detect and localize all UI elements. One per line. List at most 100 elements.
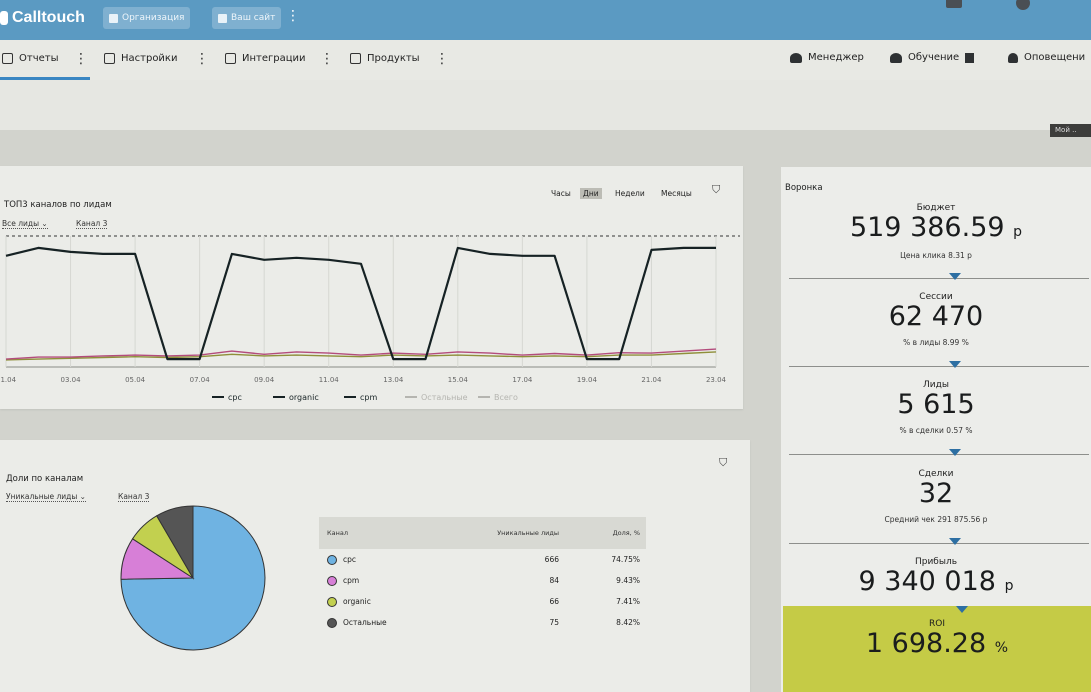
site-icon bbox=[218, 13, 227, 23]
share-cell: 7.41% bbox=[616, 597, 640, 606]
products-icon bbox=[350, 53, 361, 64]
funnel-arrow-icon bbox=[949, 538, 961, 545]
x-tick-label: 03.04 bbox=[61, 376, 82, 384]
x-tick-label: 01.04 bbox=[0, 376, 17, 384]
calltouch-logo[interactable]: Calltouch bbox=[0, 9, 85, 27]
unique-leads-cell: 66 bbox=[549, 597, 559, 606]
channel-color-dot-icon bbox=[327, 596, 337, 607]
top-bar: Calltouch Организация Ваш сайт ⋮ bbox=[0, 0, 1091, 40]
funnel-divider bbox=[789, 454, 1089, 455]
leads-value: 5 615 bbox=[897, 389, 975, 420]
funnel-divider bbox=[789, 543, 1089, 544]
budget-unit: р bbox=[1013, 224, 1023, 240]
roi-unit: % bbox=[994, 640, 1009, 656]
x-tick-label: 05.04 bbox=[125, 376, 146, 384]
x-tick-label: 13.04 bbox=[383, 376, 404, 384]
channel-color-dot-icon bbox=[327, 554, 337, 565]
gear-icon[interactable] bbox=[1016, 0, 1030, 10]
table-row[interactable]: organic 66 7.41% bbox=[319, 591, 646, 612]
roi-block: ROI 1 698.28 % bbox=[783, 606, 1091, 692]
x-tick-label: 21.04 bbox=[641, 376, 662, 384]
funnel-arrow-icon bbox=[949, 273, 961, 280]
col-share: Доля, % bbox=[563, 517, 646, 549]
share-cell: 74.75% bbox=[611, 555, 640, 564]
channel-color-dot-icon bbox=[327, 617, 337, 628]
channel-cell: organic bbox=[319, 591, 478, 612]
table-row[interactable]: cpm 84 9.43% bbox=[319, 570, 646, 591]
unique-leads-dropdown[interactable]: Уникальные лиды ⌄ bbox=[6, 492, 86, 502]
logo-icon bbox=[0, 10, 8, 25]
funnel-deals: Сделки 32 Средний чек 291 875.56 р bbox=[781, 469, 1091, 524]
bell-icon bbox=[1008, 52, 1018, 63]
legend-item[interactable]: Всего bbox=[494, 393, 518, 402]
channel-shares-table: Канал Уникальные лиды Доля, % cpc 666 74.7… bbox=[319, 517, 646, 633]
unique-leads-cell: 666 bbox=[544, 555, 559, 564]
funnel-divider bbox=[789, 278, 1089, 279]
share-cell: 9.43% bbox=[616, 576, 640, 585]
channel-color-dot-icon bbox=[327, 575, 337, 586]
roi-value: 1 698.28 bbox=[865, 628, 987, 659]
user-icon[interactable] bbox=[946, 0, 962, 8]
funnel-arrow-icon bbox=[956, 606, 968, 613]
funnel-leads: Лиды 5 615 % в сделки 0.57 % bbox=[781, 380, 1091, 435]
table-header-row: Канал Уникальные лиды Доля, % bbox=[319, 517, 646, 549]
legend-item[interactable]: cpc bbox=[228, 393, 242, 402]
channel-cell: cpm bbox=[319, 570, 478, 591]
settings-menu-dots-icon[interactable]: ⋮ bbox=[195, 51, 209, 67]
channel-cell: cpc bbox=[319, 549, 478, 570]
graduation-cap-icon bbox=[890, 52, 902, 63]
reports-icon bbox=[2, 53, 13, 64]
site-selector[interactable]: Ваш сайт bbox=[212, 7, 282, 29]
x-tick-label: 17.04 bbox=[512, 376, 533, 384]
organization-selector[interactable]: Организация bbox=[103, 7, 191, 29]
profit-value: 9 340 018 bbox=[858, 566, 996, 597]
funnel-sessions: Сессии 62 470 % в лиды 8.99 % bbox=[781, 292, 1091, 347]
unique-leads-cell: 75 bbox=[549, 618, 559, 627]
share-cell: 8.42% bbox=[616, 618, 640, 627]
funnel-arrow-icon bbox=[949, 361, 961, 368]
legend-item[interactable]: cpm bbox=[360, 393, 377, 402]
avg-check: Средний чек 291 875.56 р bbox=[884, 515, 988, 524]
integrations-menu-dots-icon[interactable]: ⋮ bbox=[320, 51, 334, 67]
toolbar-area bbox=[0, 80, 1091, 130]
tab-products[interactable]: Продукты bbox=[350, 53, 420, 64]
manager-link[interactable]: Менеджер bbox=[790, 52, 864, 63]
budget-value: 519 386.59 bbox=[849, 212, 1005, 243]
report-tag[interactable]: Мой .. bbox=[1050, 124, 1091, 137]
tab-reports[interactable]: Отчеты bbox=[2, 53, 58, 64]
notifications-link[interactable]: Оповещени bbox=[1008, 52, 1085, 63]
deals-rate: % в сделки 0.57 % bbox=[899, 426, 973, 435]
top-channels-card: ТОП3 каналов по лидам Все лиды ⌄ Канал 3… bbox=[0, 166, 743, 409]
table-row[interactable]: cpc 666 74.75% bbox=[319, 549, 646, 570]
tab-integrations[interactable]: Интеграции bbox=[225, 53, 306, 64]
funnel-arrow-icon bbox=[949, 449, 961, 456]
shares-filter-icon[interactable]: ⛉ bbox=[719, 456, 727, 470]
table-row[interactable]: Остальные 75 8.42% bbox=[319, 612, 646, 633]
unique-leads-cell: 84 bbox=[549, 576, 559, 585]
col-channel: Канал bbox=[319, 517, 478, 549]
settings-icon bbox=[104, 53, 115, 64]
reports-menu-dots-icon[interactable]: ⋮ bbox=[74, 51, 88, 67]
channel-shares-title: Доли по каналам bbox=[6, 474, 84, 484]
sessions-value: 62 470 bbox=[888, 301, 984, 332]
profit-unit: р bbox=[1004, 578, 1014, 594]
training-link[interactable]: Обучение bbox=[890, 52, 975, 63]
channels-line-chart: 01.04 03.04 05.04 07.04 09.04 11.04 13.04 15.04… bbox=[0, 235, 740, 402]
channel-cell: Остальные bbox=[319, 612, 478, 633]
site-menu-dots-icon[interactable]: ⋮ bbox=[286, 8, 300, 24]
legend-item[interactable]: Остальные bbox=[421, 393, 468, 402]
x-tick-label: 09.04 bbox=[254, 376, 275, 384]
x-tick-label: 07.04 bbox=[190, 376, 211, 384]
legend-item[interactable]: organic bbox=[289, 393, 319, 402]
funnel-divider bbox=[789, 366, 1089, 367]
products-menu-dots-icon[interactable]: ⋮ bbox=[435, 51, 449, 67]
funnel-profit: Прибыль 9 340 018 р bbox=[781, 557, 1091, 601]
organization-icon bbox=[109, 13, 118, 23]
x-tick-label: 15.04 bbox=[448, 376, 469, 384]
click-price: Цена клика 8.31 р bbox=[900, 251, 972, 260]
leads-rate: % в лиды 8.99 % bbox=[903, 338, 969, 347]
channel-shares-pie bbox=[120, 505, 266, 651]
tab-settings[interactable]: Настройки bbox=[104, 53, 177, 64]
book-icon bbox=[965, 52, 975, 63]
x-tick-label: 23.04 bbox=[706, 376, 727, 384]
